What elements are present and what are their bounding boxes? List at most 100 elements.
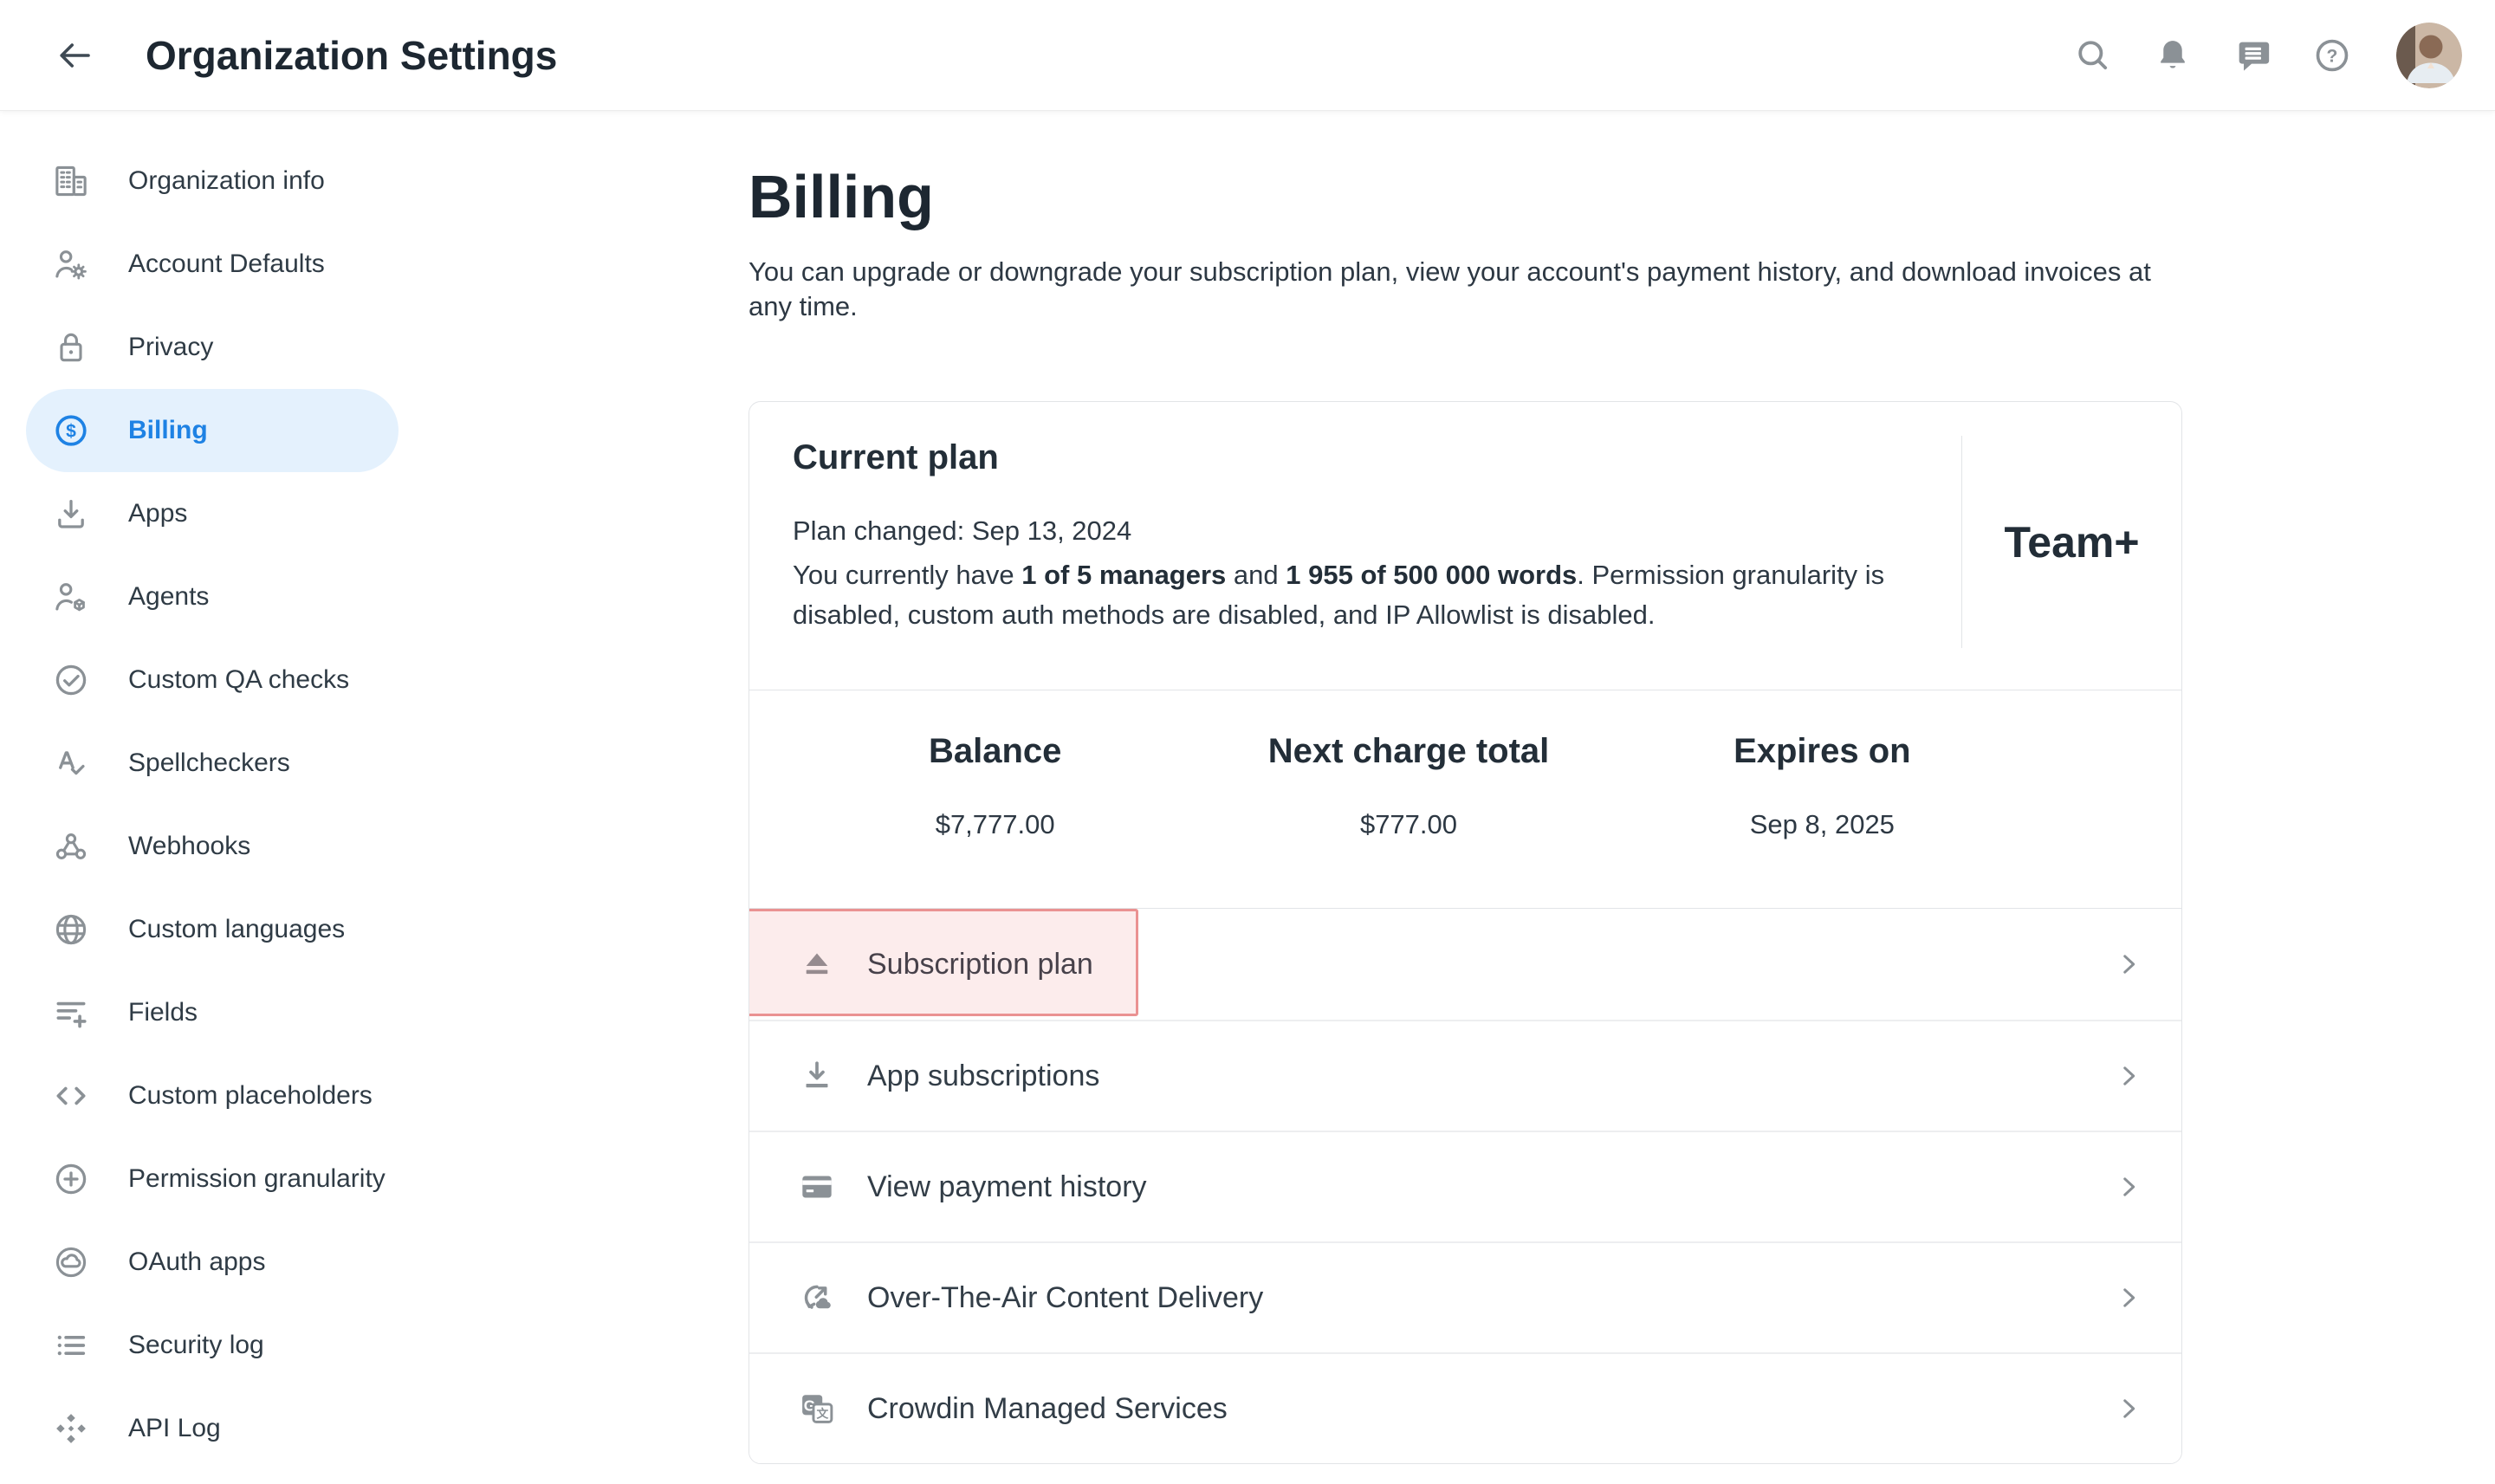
menu-item-app-subscriptions[interactable]: App subscriptions bbox=[749, 1020, 2181, 1131]
chevron-right-icon bbox=[2114, 949, 2143, 979]
notifications-button[interactable] bbox=[2152, 35, 2194, 76]
lock-icon bbox=[52, 328, 90, 366]
plan-name: Team+ bbox=[2004, 517, 2139, 567]
plan-name-panel: Team+ bbox=[1961, 436, 2181, 648]
sidebar-item-label: Billing bbox=[128, 416, 208, 445]
sidebar-item-spellcheckers[interactable]: Spellcheckers bbox=[26, 722, 399, 805]
sidebar-item-label: Webhooks bbox=[128, 832, 250, 861]
sidebar-item-custom-placeholders[interactable]: Custom placeholders bbox=[26, 1054, 399, 1137]
sidebar-item-label: OAuth apps bbox=[128, 1247, 265, 1277]
notifications-bell-icon bbox=[2153, 36, 2193, 75]
user-gear-icon bbox=[52, 245, 90, 283]
sidebar-item-label: Custom QA checks bbox=[128, 665, 349, 695]
stat-label: Balance bbox=[929, 732, 1061, 771]
stat-value: $777.00 bbox=[1360, 809, 1457, 840]
stat-next-charge-total: Next charge total $777.00 bbox=[1202, 732, 1615, 908]
svg-text:$: $ bbox=[66, 422, 76, 442]
sidebar-item-label: Organization info bbox=[128, 166, 325, 196]
billing-page: Billing You can upgrade or downgrade you… bbox=[748, 111, 2182, 1464]
messages-button[interactable] bbox=[2232, 35, 2273, 76]
back-arrow-icon bbox=[54, 35, 95, 76]
cloud-circle-icon bbox=[52, 1243, 90, 1281]
sidebar-item-permission-granularity[interactable]: Permission granularity bbox=[26, 1137, 399, 1221]
current-plan-section: Current plan Plan changed: Sep 13, 2024 … bbox=[749, 402, 2181, 690]
help-icon: ? bbox=[2312, 36, 2352, 75]
search-button[interactable] bbox=[2072, 35, 2114, 76]
dollar-circle-icon: $ bbox=[52, 412, 90, 450]
current-plan-info: Current plan Plan changed: Sep 13, 2024 … bbox=[749, 402, 1961, 690]
sidebar-item-security-log[interactable]: Security log bbox=[26, 1304, 399, 1387]
stat-value: Sep 8, 2025 bbox=[1750, 809, 1895, 840]
sidebar-item-organization-info[interactable]: Organization info bbox=[26, 139, 399, 223]
sidebar-item-api-log[interactable]: API Log bbox=[26, 1387, 399, 1470]
sidebar-item-webhooks[interactable]: Webhooks bbox=[26, 805, 399, 888]
sidebar-item-label: Privacy bbox=[128, 333, 213, 362]
check-circle-icon bbox=[52, 661, 90, 699]
sidebar-item-label: Agents bbox=[128, 582, 209, 612]
back-button[interactable] bbox=[50, 31, 99, 80]
globe-icon bbox=[52, 910, 90, 949]
sidebar-item-custom-qa-checks[interactable]: Custom QA checks bbox=[26, 638, 399, 722]
building-icon bbox=[52, 162, 90, 200]
managers-usage: 1 of 5 managers bbox=[1021, 560, 1226, 590]
billing-card: Current plan Plan changed: Sep 13, 2024 … bbox=[748, 401, 2182, 1464]
chat-icon bbox=[2233, 36, 2272, 75]
sidebar-item-label: Custom placeholders bbox=[128, 1081, 373, 1111]
user-cube-icon bbox=[52, 578, 90, 616]
plus-circle-icon bbox=[52, 1160, 90, 1198]
menu-item-subscription-plan[interactable]: Subscription plan bbox=[749, 909, 2181, 1020]
top-bar-actions: ? bbox=[2072, 23, 2462, 88]
menu-item-label: Subscription plan bbox=[867, 948, 2114, 982]
sidebar-item-apps[interactable]: Apps bbox=[26, 472, 399, 555]
download-icon bbox=[798, 1057, 836, 1095]
sidebar-item-fields[interactable]: Fields bbox=[26, 971, 399, 1054]
sidebar-item-label: Spellcheckers bbox=[128, 748, 290, 778]
ota-sync-icon bbox=[798, 1279, 836, 1317]
download-icon bbox=[52, 495, 90, 533]
sidebar-item-label: Security log bbox=[128, 1331, 264, 1360]
translate-icon: G文 bbox=[798, 1390, 836, 1428]
plan-usage-text: You currently have 1 of 5 managers and 1… bbox=[793, 555, 1919, 635]
sidebar-item-label: Custom languages bbox=[128, 915, 345, 944]
svg-text:?: ? bbox=[2327, 46, 2338, 66]
page-title: Billing bbox=[748, 165, 2182, 229]
list-plus-icon bbox=[52, 994, 90, 1032]
sidebar-item-label: Apps bbox=[128, 499, 187, 528]
sidebar-item-agents[interactable]: Agents bbox=[26, 555, 399, 638]
menu-item-ota-content-delivery[interactable]: Over-The-Air Content Delivery bbox=[749, 1241, 2181, 1352]
sidebar-item-account-defaults[interactable]: Account Defaults bbox=[26, 223, 399, 306]
help-button[interactable]: ? bbox=[2311, 35, 2353, 76]
menu-item-view-payment-history[interactable]: View payment history bbox=[749, 1131, 2181, 1241]
billing-stats-row: Balance $7,777.00 Next charge total $777… bbox=[749, 690, 2181, 908]
chevron-right-icon bbox=[2114, 1283, 2143, 1312]
top-bar: Organization Settings ? bbox=[0, 0, 2495, 111]
sidebar-item-label: Permission granularity bbox=[128, 1164, 386, 1194]
menu-item-label: Over-The-Air Content Delivery bbox=[867, 1281, 2114, 1315]
sidebar-item-label: Account Defaults bbox=[128, 249, 325, 279]
search-icon bbox=[2073, 36, 2113, 75]
avatar[interactable] bbox=[2396, 23, 2462, 88]
spellcheck-icon bbox=[52, 744, 90, 782]
sidebar-item-label: Fields bbox=[128, 998, 198, 1027]
sidebar-item-privacy[interactable]: Privacy bbox=[26, 306, 399, 389]
chevron-right-icon bbox=[2114, 1394, 2143, 1423]
chevron-right-icon bbox=[2114, 1172, 2143, 1202]
menu-item-label: View payment history bbox=[867, 1170, 2114, 1204]
page-description: You can upgrade or downgrade your subscr… bbox=[748, 255, 2182, 324]
chevron-right-icon bbox=[2114, 1061, 2143, 1091]
sidebar-item-billing[interactable]: $ Billing bbox=[26, 389, 399, 472]
credit-card-icon bbox=[798, 1168, 836, 1206]
webhook-icon bbox=[52, 827, 90, 865]
code-brackets-icon bbox=[52, 1077, 90, 1115]
stat-balance: Balance $7,777.00 bbox=[788, 732, 1202, 908]
stat-label: Expires on bbox=[1734, 732, 1911, 771]
stat-expires-on: Expires on Sep 8, 2025 bbox=[1616, 732, 2029, 908]
current-plan-heading: Current plan bbox=[793, 438, 1927, 477]
plan-changed-text: Plan changed: Sep 13, 2024 bbox=[793, 514, 1927, 548]
stat-label: Next charge total bbox=[1268, 732, 1550, 771]
page-header-title: Organization Settings bbox=[146, 32, 557, 79]
settings-sidebar: Organization info Account Defaults Priva… bbox=[0, 111, 468, 1470]
sidebar-item-oauth-apps[interactable]: OAuth apps bbox=[26, 1221, 399, 1304]
menu-item-crowdin-managed-services[interactable]: G文 Crowdin Managed Services bbox=[749, 1352, 2181, 1463]
sidebar-item-custom-languages[interactable]: Custom languages bbox=[26, 888, 399, 971]
